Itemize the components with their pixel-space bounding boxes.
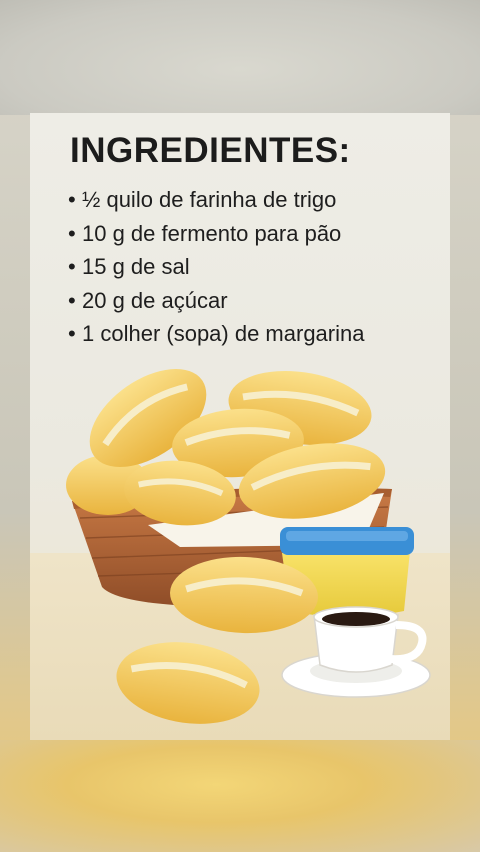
bread-roll [66, 368, 386, 526]
bread-illustration [66, 368, 431, 724]
recipe-card: INGREDIENTES: • ½ quilo de farinha de tri… [30, 113, 450, 740]
blurred-background-bottom [0, 740, 480, 852]
coffee-cup [281, 606, 431, 698]
blurred-background-top [0, 0, 480, 115]
